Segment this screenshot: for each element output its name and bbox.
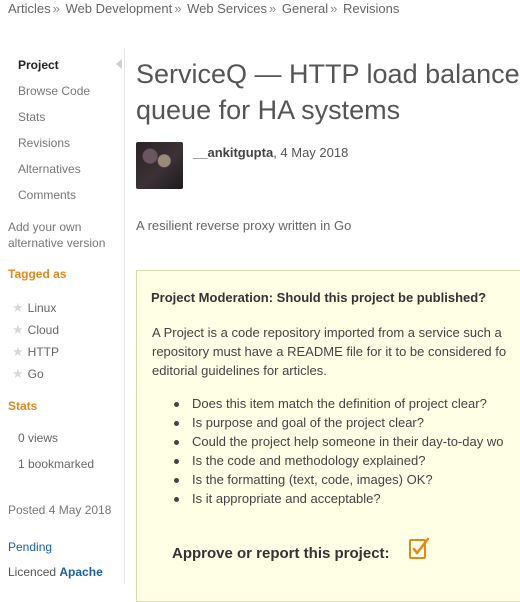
breadcrumb-web-services[interactable]: Web Services <box>187 1 267 16</box>
sidebar-item-project[interactable]: Project <box>18 58 59 72</box>
licence-label: Licenced <box>8 565 57 579</box>
licence-link[interactable]: Apache <box>59 565 102 579</box>
sidebar-item-comments[interactable]: Comments <box>18 188 76 202</box>
status-badge: Pending <box>8 540 53 554</box>
avatar[interactable] <box>136 142 183 189</box>
tag-http[interactable]: ★ HTTP <box>12 344 59 360</box>
moderation-line: repository must have a README file for i… <box>152 344 507 359</box>
breadcrumb-revisions[interactable]: Revisions <box>343 1 399 16</box>
tagged-as-heading: Tagged as <box>8 267 67 281</box>
sidebar-item-stats[interactable]: Stats <box>18 110 45 124</box>
active-nav-caret-icon <box>116 59 122 69</box>
star-icon: ★ <box>12 322 24 337</box>
add-alternative-line2: alternative version <box>8 236 106 250</box>
posted-date: Posted 4 May 2018 <box>8 503 112 517</box>
approve-report-icon[interactable] <box>408 536 430 560</box>
list-item: Could the project help someone in their … <box>172 432 520 451</box>
page-title-line2: queue for HA systems <box>136 95 401 125</box>
tag-label: Linux <box>27 301 57 315</box>
list-item: Does this item match the definition of p… <box>172 394 520 413</box>
bookmarked-count: 1 bookmarked <box>18 457 95 471</box>
tag-label: Go <box>27 367 44 381</box>
views-count: 0 views <box>18 431 59 445</box>
byline: __ankitgupta, 4 May 2018 <box>193 145 348 160</box>
tag-cloud[interactable]: ★ Cloud <box>12 322 59 338</box>
breadcrumb: Articles» Web Development» Web Services»… <box>8 1 400 16</box>
article-summary: A resilient reverse proxy written in Go <box>136 218 352 233</box>
breadcrumb-articles[interactable]: Articles <box>8 1 51 16</box>
moderation-checklist: Does this item match the definition of p… <box>172 394 520 508</box>
sidebar-item-alternatives[interactable]: Alternatives <box>18 162 81 176</box>
add-alternative-link[interactable]: Add your own alternative version <box>8 219 105 251</box>
tag-label: HTTP <box>27 345 59 359</box>
moderation-title: Project Moderation: Should this project … <box>151 290 487 305</box>
approve-report-label: Approve or report this project: <box>172 545 390 562</box>
tag-linux[interactable]: ★ Linux <box>12 300 56 316</box>
licence-info: Licenced Apache <box>8 565 103 579</box>
moderation-line: editorial guidelines for articles. <box>152 363 327 378</box>
star-icon: ★ <box>12 344 24 359</box>
page-title-line1: ServiceQ — HTTP load balancer <box>136 59 520 89</box>
page-title: ServiceQ — HTTP load balancer queue for … <box>136 56 520 128</box>
list-item: Is it appropriate and acceptable? <box>172 489 520 508</box>
star-icon: ★ <box>12 300 24 315</box>
author-link[interactable]: __ankitgupta <box>193 145 273 160</box>
add-alternative-line1: Add your own <box>8 220 82 234</box>
sidebar-item-revisions[interactable]: Revisions <box>18 136 70 150</box>
moderation-line: A Project is a code repository imported … <box>152 325 502 340</box>
sidebar-divider <box>124 48 125 584</box>
list-item: Is the formatting (text, code, images) O… <box>172 470 520 489</box>
sidebar-item-browse-code[interactable]: Browse Code <box>18 84 90 98</box>
star-icon: ★ <box>12 366 24 381</box>
tag-go[interactable]: ★ Go <box>12 366 44 382</box>
breadcrumb-general[interactable]: General <box>282 1 328 16</box>
moderation-description: A Project is a code repository imported … <box>152 323 520 380</box>
tag-label: Cloud <box>27 323 60 337</box>
list-item: Is the code and methodology explained? <box>172 451 520 470</box>
publish-date: , 4 May 2018 <box>273 145 349 160</box>
stats-heading: Stats <box>8 399 38 413</box>
list-item: Is purpose and goal of the project clear… <box>172 413 520 432</box>
breadcrumb-web-development[interactable]: Web Development <box>65 1 172 16</box>
